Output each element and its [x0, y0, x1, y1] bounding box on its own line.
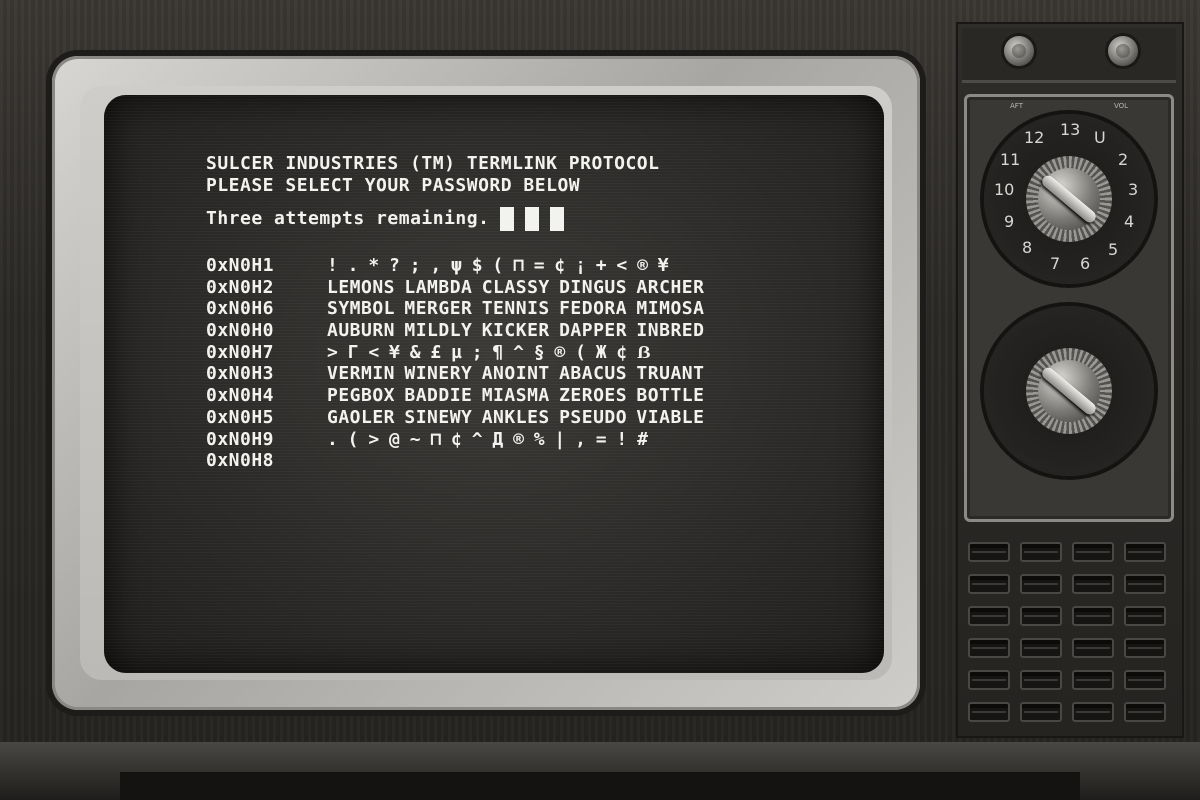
attempt-block — [500, 207, 515, 231]
memory-row: 0xN0H4 PEGBOX BADDIE MIASMA ZEROES BOTTL… — [206, 385, 704, 407]
memory-address: 0xN0H8 — [206, 450, 275, 472]
grille-slot — [1020, 542, 1062, 562]
grille-slot — [1072, 574, 1114, 594]
memory-row: 0xN0H9 . ( > @ ~ ⊓ ¢ ^ Д ® % | , = ! # — [206, 429, 704, 451]
memory-content[interactable]: ! . * ? ; , ψ $ ( ⊓ = ¢ ¡ + < ® ¥ — [327, 255, 669, 277]
channel-number: 10 — [994, 180, 1015, 199]
uhf-dial[interactable] — [984, 306, 1154, 476]
grille-slot — [1124, 574, 1166, 594]
grille-slot — [968, 574, 1010, 594]
grille-slot — [1124, 702, 1166, 722]
uhf-knob[interactable] — [1026, 348, 1112, 434]
channel-number: 8 — [1022, 238, 1033, 257]
memory-content[interactable]: PEGBOX BADDIE MIASMA ZEROES BOTTLE — [327, 385, 704, 407]
dial-box: AFT VOL 13 U 2 3 4 5 6 7 8 9 10 11 12 — [964, 94, 1174, 522]
channel-number: 7 — [1050, 254, 1061, 273]
attempt-block — [550, 207, 565, 231]
small-knob[interactable] — [1004, 36, 1034, 66]
grille-slot — [1020, 574, 1062, 594]
memory-address: 0xN0H4 — [206, 385, 275, 407]
memory-row: 0xN0H5 GAOLER SINEWY ANKLES PSEUDO VIABL… — [206, 407, 704, 429]
dial-label-aft: AFT — [1010, 102, 1023, 110]
knob-grip — [1039, 173, 1099, 225]
dial-label-vol: VOL — [1114, 102, 1129, 110]
grille-slot — [968, 542, 1010, 562]
memory-row: 0xN0H3 VERMIN WINERY ANOINT ABACUS TRUAN… — [206, 363, 704, 385]
grille-slot — [1072, 606, 1114, 626]
terminal-header-line2: PLEASE SELECT YOUR PASSWORD BELOW — [206, 175, 581, 196]
channel-knob[interactable] — [1026, 156, 1112, 242]
memory-address: 0xN0H5 — [206, 406, 275, 428]
tv-set: SULCER INDUSTRIES (TM) TERMLINK PROTOCOL… — [0, 0, 1200, 800]
crt-screen: SULCER INDUSTRIES (TM) TERMLINK PROTOCOL… — [104, 95, 884, 673]
memory-row: 0xN0H1 ! . * ? ; , ψ $ ( ⊓ = ¢ ¡ + < ® ¥ — [206, 255, 704, 277]
memory-content[interactable]: LEMONS LAMBDA CLASSY DINGUS ARCHER — [327, 277, 704, 299]
channel-number: 6 — [1080, 254, 1091, 273]
memory-address: 0xN0H9 — [206, 428, 275, 450]
memory-content[interactable]: VERMIN WINERY ANOINT ABACUS TRUANT — [327, 363, 704, 385]
channel-dial[interactable]: 13 U 2 3 4 5 6 7 8 9 10 11 12 — [984, 114, 1154, 284]
grille-slot — [1072, 702, 1114, 722]
memory-address: 0xN0H0 — [206, 320, 275, 342]
memory-row: 0xN0H8 — [206, 450, 704, 472]
grille-slot — [1072, 542, 1114, 562]
memory-address: 0xN0H1 — [206, 255, 275, 276]
memory-content[interactable]: . ( > @ ~ ⊓ ¢ ^ Д ® % | , = ! # — [327, 429, 648, 451]
channel-number: 11 — [1000, 150, 1021, 169]
channel-number: U — [1094, 128, 1106, 147]
channel-number: 12 — [1024, 128, 1045, 147]
memory-dump: 0xN0H1 ! . * ? ; , ψ $ ( ⊓ = ¢ ¡ + < ® ¥… — [206, 255, 704, 472]
memory-address: 0xN0H3 — [206, 363, 275, 385]
tv-stand — [120, 772, 1080, 800]
grille-slot — [1020, 670, 1062, 690]
grille-slot — [1020, 638, 1062, 658]
grille-slot — [968, 702, 1010, 722]
grille-slot — [968, 670, 1010, 690]
memory-content[interactable]: AUBURN MILDLY KICKER DAPPER INBRED — [327, 320, 704, 342]
grille-slot — [1072, 670, 1114, 690]
memory-content[interactable]: SYMBOL MERGER TENNIS FEDORA MIMOSA — [327, 298, 704, 320]
memory-address: 0xN0H7 — [206, 341, 275, 363]
grille-slot — [1020, 606, 1062, 626]
channel-number: 5 — [1108, 240, 1119, 259]
grille-slot — [1124, 542, 1166, 562]
memory-row: 0xN0H7 > Γ < ¥ & £ µ ; ¶ ^ § ® ( Ж ¢ ẞ — [206, 342, 704, 364]
small-knob[interactable] — [1108, 36, 1138, 66]
memory-row: 0xN0H2 LEMONS LAMBDA CLASSY DINGUS ARCHE… — [206, 277, 704, 299]
channel-number: 9 — [1004, 212, 1015, 231]
terminal: SULCER INDUSTRIES (TM) TERMLINK PROTOCOL… — [206, 153, 704, 472]
channel-number: 13 — [1060, 120, 1081, 139]
grille-slot — [1124, 670, 1166, 690]
channel-number: 2 — [1118, 150, 1129, 169]
memory-address: 0xN0H2 — [206, 276, 275, 298]
knob-grip — [1039, 365, 1099, 417]
attempts-text: Three attempts remaining. — [206, 208, 490, 229]
top-knob-strip — [962, 28, 1176, 83]
tv-base — [0, 742, 1200, 800]
memory-row: 0xN0H0 AUBURN MILDLY KICKER DAPPER INBRE… — [206, 320, 704, 342]
memory-content[interactable]: GAOLER SINEWY ANKLES PSEUDO VIABLE — [327, 407, 704, 429]
channel-number: 4 — [1124, 212, 1135, 231]
grille-slot — [968, 606, 1010, 626]
grille-slot — [1124, 638, 1166, 658]
grille-slot — [1072, 638, 1114, 658]
grille-slot — [1124, 606, 1166, 626]
terminal-header-line1: SULCER INDUSTRIES (TM) TERMLINK PROTOCOL — [206, 153, 660, 174]
memory-content[interactable]: > Γ < ¥ & £ µ ; ¶ ^ § ® ( Ж ¢ ẞ — [327, 342, 651, 364]
grille-slot — [1020, 702, 1062, 722]
channel-number: 3 — [1128, 180, 1139, 199]
speaker-grille — [960, 534, 1180, 734]
grille-slot — [968, 638, 1010, 658]
memory-row: 0xN0H6 SYMBOL MERGER TENNIS FEDORA MIMOS… — [206, 298, 704, 320]
attempts-indicator: Three attempts remaining. — [206, 207, 704, 231]
memory-address: 0xN0H6 — [206, 298, 275, 320]
attempt-block — [525, 207, 540, 231]
